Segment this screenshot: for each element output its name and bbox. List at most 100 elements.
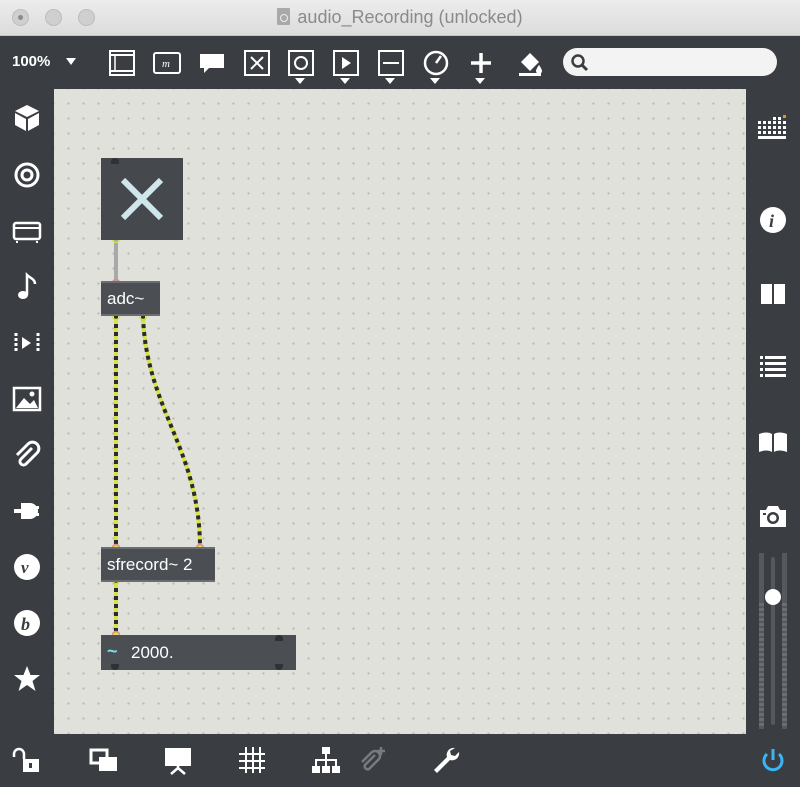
new-button-button[interactable]: [286, 48, 316, 84]
split-view-button[interactable]: [756, 277, 790, 311]
meter-segment: [782, 623, 787, 626]
presentation-icon: [165, 748, 191, 775]
meter-segment: [782, 658, 787, 661]
meter-segment: [759, 683, 764, 686]
new-message-button[interactable]: m: [152, 48, 182, 78]
format-paint-button[interactable]: [515, 48, 545, 78]
object-list-button[interactable]: [756, 350, 790, 384]
meter-segment: [759, 703, 764, 706]
lock-icon: [12, 747, 39, 772]
signal-cord-dash: [141, 315, 202, 549]
image-button[interactable]: [10, 382, 44, 416]
left-sidebar: v b: [0, 89, 54, 734]
new-object-button[interactable]: [107, 48, 137, 78]
volume-knob[interactable]: [765, 589, 781, 605]
inspector-button[interactable]: i: [756, 203, 790, 237]
dependencies-button[interactable]: [310, 744, 342, 776]
package-manager-button[interactable]: [10, 101, 44, 135]
toggle-object[interactable]: [101, 158, 183, 240]
audio-button[interactable]: [10, 158, 44, 192]
new-media-button[interactable]: [331, 48, 361, 84]
chevron-down-icon[interactable]: [295, 78, 305, 84]
beap-button[interactable]: b: [10, 606, 44, 640]
search-icon: [571, 54, 589, 72]
plug-icon: [14, 503, 39, 519]
meter-segment: [759, 708, 764, 711]
message-icon: m: [153, 52, 181, 74]
meter-segment: [759, 723, 764, 726]
meter-segment: [782, 608, 787, 611]
plus-icon: [471, 53, 491, 73]
info-icon: i: [760, 207, 786, 233]
chevron-down-icon[interactable]: [475, 78, 485, 84]
windows-icon: [89, 748, 117, 771]
console-icon: [12, 221, 42, 243]
media-button[interactable]: [10, 326, 44, 360]
search-input[interactable]: [563, 48, 777, 76]
chevron-down-icon[interactable]: [430, 78, 440, 84]
plugin-button[interactable]: [10, 494, 44, 528]
meter-segment: [759, 718, 764, 721]
zoom-dropdown-icon[interactable]: [66, 58, 76, 65]
patcher-canvas[interactable]: adc~ sfrecord~ 2 ~ 2000.: [54, 89, 746, 734]
audio-power-button[interactable]: [757, 744, 789, 776]
new-slider-button[interactable]: [376, 48, 406, 84]
meter-segment: [782, 628, 787, 631]
new-comment-button[interactable]: [197, 48, 227, 78]
add-dependency-icon: [361, 747, 385, 771]
new-dial-button[interactable]: [421, 48, 451, 84]
object-text: adc~: [107, 289, 145, 308]
meter-segment: [759, 698, 764, 701]
object-text: sfrecord~ 2: [107, 555, 193, 574]
console-button[interactable]: [10, 214, 44, 248]
outlet[interactable]: [111, 664, 119, 670]
toggle-icon: [244, 50, 270, 76]
svg-text:v: v: [21, 558, 29, 577]
meter-segment: [759, 643, 764, 646]
music-note-icon: [18, 271, 37, 299]
add-dependency-button[interactable]: [356, 744, 388, 776]
windows-button[interactable]: [88, 744, 120, 776]
volume-meter[interactable]: [758, 553, 788, 729]
meter-segment: [782, 713, 787, 716]
svg-text:i: i: [769, 211, 774, 231]
window-title-wrap: audio_Recording (unlocked): [0, 7, 800, 28]
meter-segment: [759, 613, 764, 616]
number-value: 2000.: [131, 643, 174, 662]
adc-object[interactable]: adc~: [101, 281, 160, 316]
attachments-button[interactable]: [10, 438, 44, 472]
settings-button[interactable]: [430, 744, 462, 776]
vizzie-button[interactable]: v: [10, 550, 44, 584]
zoom-level[interactable]: 100%: [12, 53, 50, 70]
window-title: audio_Recording (unlocked): [297, 7, 523, 27]
play-icon: [333, 50, 359, 76]
target-icon: [14, 162, 40, 188]
reference-button[interactable]: [756, 425, 790, 459]
outlet[interactable]: [275, 664, 283, 670]
dial-icon: [423, 50, 449, 76]
mixer-button[interactable]: [756, 109, 790, 143]
meter-segment: [782, 633, 787, 636]
sfrecord-object[interactable]: sfrecord~ 2: [101, 547, 215, 582]
grid-button[interactable]: [236, 744, 268, 776]
meter-segment: [759, 648, 764, 651]
presentation-button[interactable]: [162, 744, 194, 776]
object-box-icon: [109, 50, 135, 76]
favorites-button[interactable]: [10, 662, 44, 696]
music-button[interactable]: [10, 270, 44, 304]
lock-button[interactable]: [11, 744, 43, 776]
add-object-button[interactable]: [466, 48, 496, 84]
signal-number-box[interactable]: ~ 2000.: [101, 635, 296, 670]
chevron-down-icon[interactable]: [385, 78, 395, 84]
list-icon: [760, 356, 786, 377]
meter-segment: [759, 673, 764, 676]
snapshot-button[interactable]: [756, 499, 790, 533]
meter-segment: [782, 698, 787, 701]
inlet[interactable]: [111, 158, 119, 164]
paperclip-icon: [15, 440, 41, 467]
meter-segment: [782, 693, 787, 696]
inlet[interactable]: [275, 635, 283, 641]
star-icon: [14, 666, 40, 691]
chevron-down-icon[interactable]: [340, 78, 350, 84]
new-toggle-button[interactable]: [242, 48, 272, 78]
